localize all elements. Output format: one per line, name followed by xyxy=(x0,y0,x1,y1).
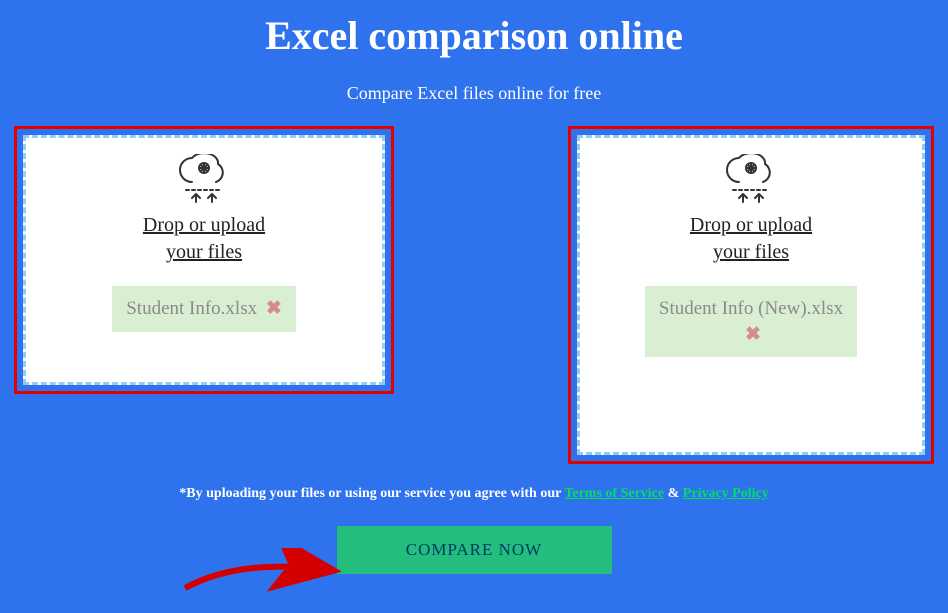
drop-label-line2: your files xyxy=(713,241,789,263)
drop-row: Drop or upload your files Student Info.x… xyxy=(0,126,948,464)
privacy-link[interactable]: Privacy Policy xyxy=(683,486,769,501)
disclaimer-amp: & xyxy=(668,486,683,501)
remove-file-right-icon[interactable]: ✖ xyxy=(745,324,761,345)
drop-zone-left[interactable]: Drop or upload your files Student Info.x… xyxy=(23,135,385,385)
file-name-left: Student Info.xlsx xyxy=(126,298,257,319)
drop-zone-right[interactable]: Drop or upload your files Student Info (… xyxy=(577,135,925,455)
drop-label-right[interactable]: Drop or upload your files xyxy=(590,212,912,266)
terms-link[interactable]: Terms of Service xyxy=(564,486,664,501)
drop-label-line1: Drop or upload xyxy=(690,214,812,236)
cloud-upload-icon xyxy=(36,154,372,206)
drop-highlight-right: Drop or upload your files Student Info (… xyxy=(568,126,934,464)
drop-label-left[interactable]: Drop or upload your files xyxy=(36,212,372,266)
page-title: Excel comparison online xyxy=(0,0,948,59)
cloud-upload-icon xyxy=(590,154,912,206)
drop-label-line2: your files xyxy=(166,241,242,263)
drop-highlight-left: Drop or upload your files Student Info.x… xyxy=(14,126,394,394)
disclaimer-prefix: *By uploading your files or using our se… xyxy=(179,486,564,501)
file-chip-left: Student Info.xlsx ✖ xyxy=(112,286,296,332)
page-subtitle: Compare Excel files online for free xyxy=(0,83,948,104)
drop-label-line1: Drop or upload xyxy=(143,214,265,236)
disclaimer: *By uploading your files or using our se… xyxy=(0,486,948,502)
compare-button[interactable]: COMPARE NOW xyxy=(337,526,612,574)
file-name-right: Student Info (New).xlsx xyxy=(659,298,843,319)
file-chip-right: Student Info (New).xlsx ✖ xyxy=(645,286,857,357)
remove-file-left-icon[interactable]: ✖ xyxy=(266,298,282,319)
annotation-arrow-icon xyxy=(180,548,350,598)
